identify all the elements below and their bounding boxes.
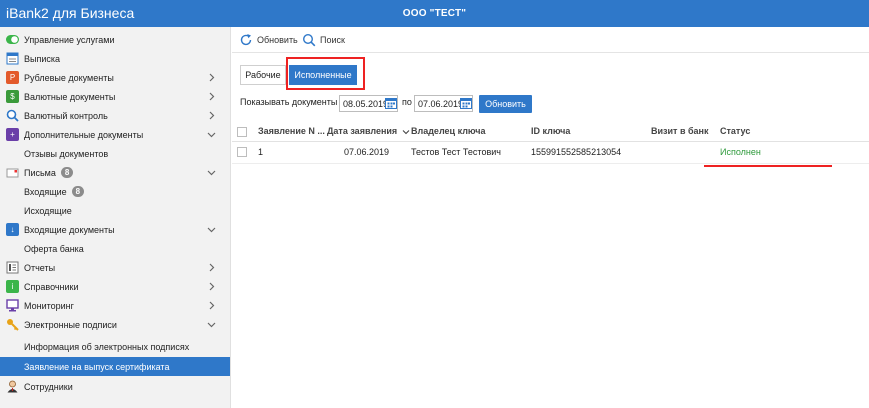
column-header-key-id[interactable]: ID ключа [531, 126, 570, 136]
toolbar-divider [232, 52, 869, 53]
column-header-owner[interactable]: Владелец ключа [411, 126, 485, 136]
sidebar-item-reports[interactable]: Отчеты [0, 258, 230, 277]
sidebar-item-label: Электронные подписи [24, 319, 117, 330]
refresh-label: Обновить [257, 35, 298, 45]
sidebar-item-label: Дополнительные документы [24, 129, 144, 140]
sidebar-item-label: Письма [24, 167, 56, 178]
key-icon [6, 318, 19, 331]
sidebar-item-label: Заявление на выпуск сертификата [24, 361, 170, 372]
row-divider [232, 163, 869, 164]
sidebar-item-statement[interactable]: Выписка [0, 49, 230, 68]
sidebar-item-label: Справочники [24, 281, 79, 292]
sidebar-item-label: Отчеты [24, 262, 56, 273]
refresh-icon [240, 34, 252, 46]
chevron-down-icon [206, 167, 217, 178]
tab-highlight-annotation [286, 57, 365, 90]
apply-filter-button[interactable]: Обновить [479, 95, 532, 113]
sidebar-item-label: Информация об электронных подписях [24, 341, 190, 352]
chevron-right-icon [206, 262, 217, 273]
chevron-right-icon [206, 281, 217, 292]
chevron-down-icon [206, 224, 217, 235]
sidebar-item-label: Валютный контроль [24, 110, 108, 121]
search-label: Поиск [320, 35, 345, 45]
additional-doc-icon: + [6, 128, 19, 141]
sidebar-item-label: Валютные документы [24, 91, 116, 102]
currency-doc-icon: $ [6, 90, 19, 103]
chevron-right-icon [206, 110, 217, 121]
incoming-doc-icon: ↓ [6, 223, 19, 236]
sort-desc-icon [402, 129, 410, 134]
sidebar-item-currency-docs[interactable]: $ Валютные документы [0, 87, 230, 106]
sidebar-item-certificate-request[interactable]: Заявление на выпуск сертификата [0, 357, 230, 376]
row-checkbox[interactable] [237, 147, 247, 157]
monitor-icon [6, 299, 19, 312]
letter-icon [6, 166, 19, 179]
unread-count-badge: 8 [71, 186, 85, 197]
column-header-number[interactable]: Заявление N ... [258, 126, 325, 136]
cell-date: 07.06.2019 [344, 147, 390, 157]
sidebar-item-label: Управление услугами [24, 34, 115, 45]
column-header-status[interactable]: Статус [720, 126, 750, 136]
sidebar: Управление услугами Выписка Р Рублевые д… [0, 27, 231, 408]
sidebar-item-monitoring[interactable]: Мониторинг [0, 296, 230, 315]
sidebar-item-incoming-docs[interactable]: ↓ Входящие документы [0, 220, 230, 239]
filter-to-label: по [402, 97, 412, 107]
sidebar-item-additional-docs[interactable]: + Дополнительные документы [0, 125, 230, 144]
cell-number: 1 [258, 147, 264, 157]
refresh-toolbar-button[interactable]: Обновить [239, 32, 298, 48]
search-icon [302, 33, 316, 47]
report-icon [6, 261, 19, 274]
sidebar-item-label: Оферта банка [24, 243, 84, 254]
sidebar-item-label: Рублевые документы [24, 72, 114, 83]
sidebar-item-signature-info[interactable]: Информация об электронных подписях [0, 337, 230, 356]
statement-icon [6, 52, 19, 65]
sidebar-item-currency-control[interactable]: Валютный контроль [0, 106, 230, 125]
sidebar-item-inbox[interactable]: Входящие 8 [0, 182, 230, 201]
filter-from-label: Показывать документы с [240, 97, 345, 107]
sidebar-item-employees[interactable]: Сотрудники [0, 377, 230, 396]
status-highlight-annotation [704, 165, 832, 167]
toggle-icon [6, 33, 19, 46]
chevron-down-icon [206, 319, 217, 330]
chevron-down-icon [206, 129, 217, 140]
sidebar-item-label: Входящие [24, 186, 67, 197]
magnifier-icon [6, 109, 19, 122]
reference-icon: i [6, 280, 19, 293]
chevron-right-icon [206, 91, 217, 102]
sidebar-item-letters[interactable]: Письма 8 [0, 163, 230, 182]
cell-key-id: 155991552585213054 [531, 147, 622, 157]
tab-working[interactable]: Рабочие [240, 65, 286, 85]
chevron-right-icon [206, 72, 217, 83]
sidebar-item-outbox[interactable]: Исходящие [0, 201, 230, 220]
sidebar-item-label: Входящие документы [24, 224, 115, 235]
sidebar-item-ruble-docs[interactable]: Р Рублевые документы [0, 68, 230, 87]
company-name: ООО "ТЕСТ" [402, 8, 467, 19]
column-header-bank-visit[interactable]: Визит в банк [651, 126, 709, 136]
sidebar-item-label: Мониторинг [24, 300, 74, 311]
column-header-date-label: Дата заявления [327, 126, 398, 136]
unread-count-badge: 8 [60, 167, 74, 178]
cell-status: Исполнен [720, 147, 761, 157]
select-all-checkbox[interactable] [237, 127, 247, 137]
cell-owner: Тестов Тест Тестович [411, 147, 501, 157]
calendar-icon[interactable] [385, 97, 397, 109]
sidebar-item-references[interactable]: i Справочники [0, 277, 230, 296]
sidebar-item-label: Отзывы документов [24, 148, 109, 159]
top-bar: iBank2 для Бизнеса ООО "ТЕСТ" [0, 0, 869, 27]
ruble-doc-icon: Р [6, 71, 19, 84]
sidebar-item-e-signatures[interactable]: Электронные подписи [0, 315, 230, 334]
employee-icon [6, 380, 19, 393]
sidebar-item-label: Сотрудники [24, 381, 73, 392]
sidebar-item-bank-offer[interactable]: Оферта банка [0, 239, 230, 258]
sidebar-item-label: Исходящие [24, 205, 72, 216]
chevron-right-icon [206, 300, 217, 311]
sidebar-item-label: Выписка [24, 53, 61, 64]
table-header-divider [232, 141, 869, 142]
sidebar-item-services[interactable]: Управление услугами [0, 30, 230, 49]
search-toolbar-button[interactable]: Поиск [302, 32, 345, 48]
calendar-icon[interactable] [460, 97, 472, 109]
column-header-date[interactable]: Дата заявления [327, 126, 410, 136]
sidebar-item-doc-revocations[interactable]: Отзывы документов [0, 144, 230, 163]
